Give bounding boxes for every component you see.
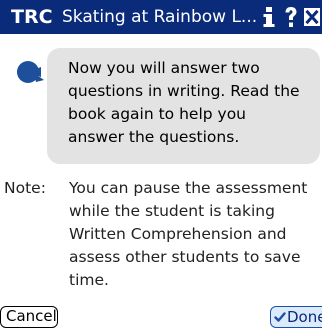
instruction-line: Now you will answer two [68, 59, 260, 77]
help-icon[interactable] [281, 3, 301, 31]
cancel-button[interactable]: Cancel [0, 306, 58, 328]
instruction-line: book again to help you [68, 105, 247, 123]
done-button[interactable]: Done [270, 306, 322, 328]
note-line: assess other students to save [69, 248, 301, 266]
app-badge: TRC [11, 6, 53, 28]
note-line: time. [69, 271, 109, 289]
instruction-line: questions in writing. Read the [68, 82, 300, 100]
note-line: while the student is taking [69, 202, 275, 220]
note-text: You can pause the assessment while the s… [69, 177, 321, 292]
window-title: Skating at Rainbow L... [62, 7, 258, 27]
note-line: You can pause the assessment [69, 179, 308, 197]
instruction-message: Now you will answer two questions in wri… [68, 57, 316, 149]
close-icon[interactable] [302, 3, 322, 31]
done-button-label: Done [287, 307, 322, 326]
title-bar: TRC Skating at Rainbow L... [0, 0, 322, 34]
cancel-button-label: Cancel [6, 307, 57, 325]
note-line: Written Comprehension and [69, 225, 287, 243]
checkmark-icon [274, 312, 286, 322]
instruction-line: answer the questions. [68, 128, 240, 146]
note-label: Note: [4, 179, 46, 197]
speaker-avatar-icon [17, 61, 44, 83]
info-icon[interactable] [258, 3, 280, 31]
